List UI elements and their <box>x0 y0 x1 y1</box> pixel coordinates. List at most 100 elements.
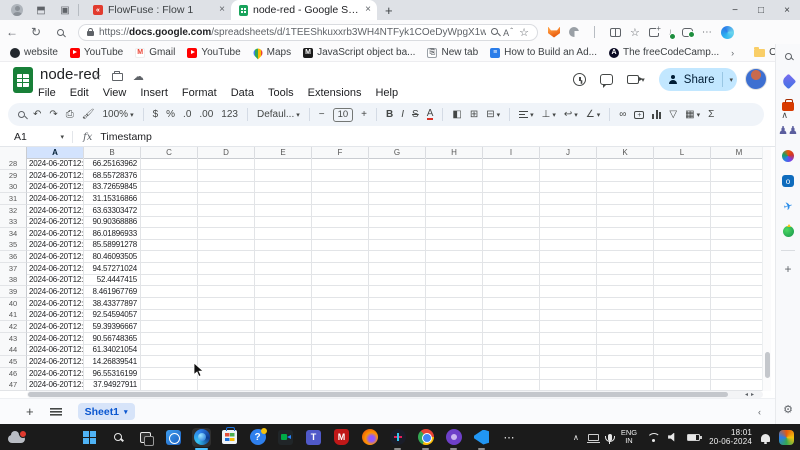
cell-H29[interactable] <box>426 170 483 182</box>
battery-icon[interactable] <box>687 434 700 441</box>
toolbar-search-icon[interactable] <box>18 111 25 118</box>
row-header-46[interactable]: 46 <box>0 368 27 380</box>
cell-L40[interactable] <box>654 298 711 310</box>
cell-A33[interactable]: 2024-06-20T12:2 <box>27 216 84 228</box>
sheet-tab-sheet1[interactable]: Sheet1▾ <box>78 403 135 420</box>
cell-I34[interactable] <box>483 228 540 240</box>
cell-K42[interactable] <box>597 321 654 333</box>
cell-G39[interactable] <box>369 286 426 298</box>
cell-K44[interactable] <box>597 344 654 356</box>
cell-F44[interactable] <box>312 344 369 356</box>
cell-I37[interactable] <box>483 263 540 275</box>
comments-icon[interactable] <box>600 74 613 85</box>
cell-I28[interactable] <box>483 158 540 170</box>
cell-A39[interactable]: 2024-06-20T12:2 <box>27 286 84 298</box>
cell-G32[interactable] <box>369 205 426 217</box>
borders-icon[interactable]: ⊞ <box>470 109 478 120</box>
cell-J30[interactable] <box>540 181 597 193</box>
cell-M37[interactable] <box>711 263 763 275</box>
cell-M47[interactable] <box>711 379 763 391</box>
cell-F30[interactable] <box>312 181 369 193</box>
tab-google-sheets[interactable]: node-red - Google Sheets × <box>231 0 377 20</box>
cell-M41[interactable] <box>711 309 763 321</box>
cell-A43[interactable]: 2024-06-20T12:2 <box>27 333 84 345</box>
taskbar-more-icon[interactable]: ⋯ <box>500 428 519 447</box>
cell-B38[interactable]: 52.4447415 <box>84 274 141 286</box>
cell-C46[interactable] <box>141 368 198 380</box>
cell-K46[interactable] <box>597 368 654 380</box>
split-screen-icon[interactable] <box>610 28 621 37</box>
row-header-34[interactable]: 34 <box>0 228 27 240</box>
cell-H44[interactable] <box>426 344 483 356</box>
cell-M36[interactable] <box>711 251 763 263</box>
vertical-scrollbar-thumb[interactable] <box>765 352 770 378</box>
cell-G30[interactable] <box>369 181 426 193</box>
taskbar-search-icon[interactable] <box>108 428 127 447</box>
cell-H32[interactable] <box>426 205 483 217</box>
cell-J40[interactable] <box>540 298 597 310</box>
cell-K45[interactable] <box>597 356 654 368</box>
cell-I40[interactable] <box>483 298 540 310</box>
metamask-extension-icon[interactable] <box>548 27 560 38</box>
cell-M39[interactable] <box>711 286 763 298</box>
cell-G42[interactable] <box>369 321 426 333</box>
cell-E32[interactable] <box>255 205 312 217</box>
cell-G36[interactable] <box>369 251 426 263</box>
sidebar-game-icon[interactable] <box>781 224 795 238</box>
name-box[interactable]: A1▾ <box>0 131 72 143</box>
cell-L28[interactable] <box>654 158 711 170</box>
cell-D43[interactable] <box>198 333 255 345</box>
cell-H34[interactable] <box>426 228 483 240</box>
cell-J39[interactable] <box>540 286 597 298</box>
cell-F43[interactable] <box>312 333 369 345</box>
row-header-43[interactable]: 43 <box>0 333 27 345</box>
cell-B29[interactable]: 68.55728376 <box>84 170 141 182</box>
cell-E28[interactable] <box>255 158 312 170</box>
hidden-icons-chevron[interactable]: ∧ <box>573 433 579 442</box>
zoom-out-icon[interactable] <box>491 27 498 37</box>
cell-L43[interactable] <box>654 333 711 345</box>
cell-B43[interactable]: 90.56748365 <box>84 333 141 345</box>
explore-collapse-icon[interactable]: ‹ <box>758 407 761 417</box>
cell-M44[interactable] <box>711 344 763 356</box>
cell-G31[interactable] <box>369 193 426 205</box>
cell-L31[interactable] <box>654 193 711 205</box>
cell-E30[interactable] <box>255 181 312 193</box>
cell-I44[interactable] <box>483 344 540 356</box>
address-bar[interactable]: https://docs.google.com/spreadsheets/d/1… <box>78 24 538 41</box>
cell-A38[interactable]: 2024-06-20T12:2 <box>27 274 84 286</box>
cell-J38[interactable] <box>540 274 597 286</box>
slack-app-icon[interactable] <box>388 428 407 447</box>
italic-icon[interactable]: I <box>401 109 404 120</box>
new-tab-button[interactable]: + <box>385 3 393 18</box>
cell-B32[interactable]: 63.63303472 <box>84 205 141 217</box>
cell-G37[interactable] <box>369 263 426 275</box>
cell-F31[interactable] <box>312 193 369 205</box>
all-sheets-icon[interactable] <box>50 408 62 416</box>
cell-F47[interactable] <box>312 379 369 391</box>
cell-E41[interactable] <box>255 309 312 321</box>
cell-B39[interactable]: 8.461967769 <box>84 286 141 298</box>
row-header-42[interactable]: 42 <box>0 321 27 333</box>
favorites-icon[interactable]: ☆ <box>630 26 640 39</box>
cell-G33[interactable] <box>369 216 426 228</box>
cell-M42[interactable] <box>711 321 763 333</box>
cell-G28[interactable] <box>369 158 426 170</box>
cell-K31[interactable] <box>597 193 654 205</box>
cell-I43[interactable] <box>483 333 540 345</box>
cell-C29[interactable] <box>141 170 198 182</box>
cell-E38[interactable] <box>255 274 312 286</box>
cell-A41[interactable]: 2024-06-20T12:2 <box>27 309 84 321</box>
insert-link-icon[interactable]: ∞ <box>619 109 626 120</box>
cell-F46[interactable] <box>312 368 369 380</box>
cell-J46[interactable] <box>540 368 597 380</box>
cell-L45[interactable] <box>654 356 711 368</box>
version-history-icon[interactable] <box>573 73 586 86</box>
tab-actions-icon[interactable]: ▣ <box>58 3 72 17</box>
row-header-32[interactable]: 32 <box>0 205 27 217</box>
photos-app-icon[interactable] <box>164 428 183 447</box>
cell-G40[interactable] <box>369 298 426 310</box>
insert-chart-icon[interactable] <box>652 110 661 119</box>
cell-F42[interactable] <box>312 321 369 333</box>
horizontal-align-icon[interactable]: ▾ <box>519 111 534 119</box>
